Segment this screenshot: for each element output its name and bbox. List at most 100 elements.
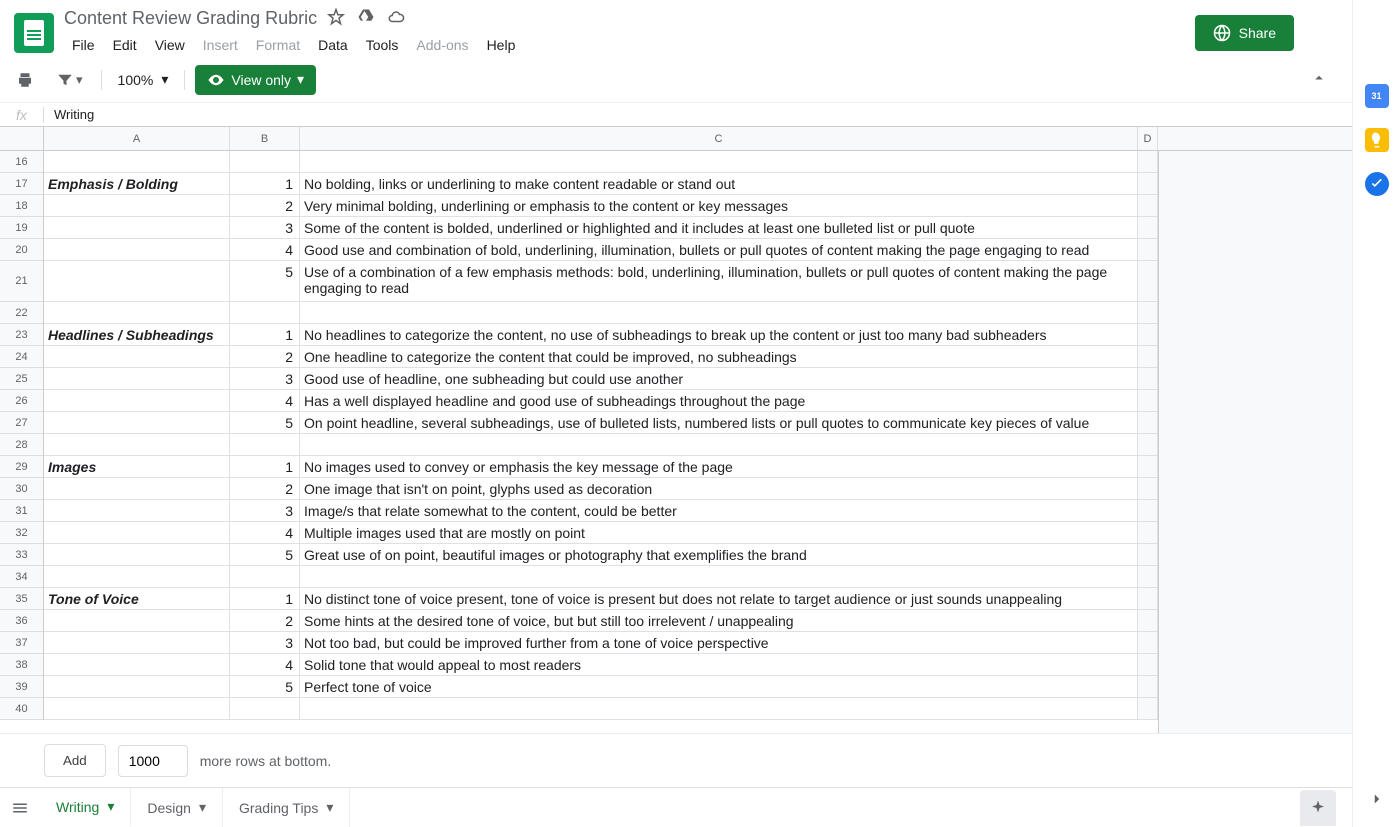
cell[interactable] <box>1138 588 1158 610</box>
cell[interactable]: 3 <box>230 368 300 390</box>
share-button[interactable]: Share <box>1195 15 1294 51</box>
row-header[interactable]: 31 <box>0 500 44 522</box>
cell[interactable] <box>44 412 230 434</box>
menu-file[interactable]: File <box>64 33 103 57</box>
cell[interactable] <box>1138 500 1158 522</box>
cell[interactable]: 5 <box>230 676 300 698</box>
cell[interactable]: 5 <box>230 544 300 566</box>
row-header[interactable]: 39 <box>0 676 44 698</box>
cell[interactable] <box>1138 566 1158 588</box>
col-header-D[interactable]: D <box>1138 127 1158 150</box>
cell[interactable] <box>300 434 1138 456</box>
menu-tools[interactable]: Tools <box>358 33 407 57</box>
menu-edit[interactable]: Edit <box>105 33 145 57</box>
cell[interactable]: 3 <box>230 500 300 522</box>
cell[interactable] <box>1138 434 1158 456</box>
cell[interactable] <box>44 390 230 412</box>
cell[interactable] <box>1138 151 1158 173</box>
row-header[interactable]: 33 <box>0 544 44 566</box>
row-header[interactable]: 24 <box>0 346 44 368</box>
menu-view[interactable]: View <box>147 33 193 57</box>
cell[interactable]: No distinct tone of voice present, tone … <box>300 588 1138 610</box>
cell[interactable] <box>1138 261 1158 302</box>
cell[interactable]: No images used to convey or emphasis the… <box>300 456 1138 478</box>
cell[interactable] <box>44 302 230 324</box>
select-all-corner[interactable] <box>0 127 44 150</box>
cell[interactable]: 2 <box>230 346 300 368</box>
formula-bar[interactable]: Writing <box>44 107 94 122</box>
row-header[interactable]: 36 <box>0 610 44 632</box>
cell[interactable]: 4 <box>230 654 300 676</box>
cell[interactable]: Image/s that relate somewhat to the cont… <box>300 500 1138 522</box>
cell[interactable] <box>44 500 230 522</box>
cell[interactable]: Has a well displayed headline and good u… <box>300 390 1138 412</box>
zoom-selector[interactable]: 100%▾ <box>112 71 175 88</box>
cell[interactable] <box>1138 217 1158 239</box>
cell[interactable]: On point headline, several subheadings, … <box>300 412 1138 434</box>
row-header[interactable]: 23 <box>0 324 44 346</box>
star-icon[interactable] <box>327 8 345 29</box>
cell[interactable] <box>300 566 1138 588</box>
col-header-A[interactable]: A <box>44 127 230 150</box>
cell[interactable] <box>1138 654 1158 676</box>
cell[interactable]: 2 <box>230 195 300 217</box>
cell[interactable] <box>44 239 230 261</box>
tasks-sidepanel-icon[interactable] <box>1365 172 1389 196</box>
cell[interactable] <box>44 632 230 654</box>
cell[interactable] <box>230 698 300 720</box>
cell[interactable] <box>230 302 300 324</box>
tab-grading-tips[interactable]: Grading Tips▾ <box>223 788 350 827</box>
cell[interactable] <box>44 544 230 566</box>
cell[interactable]: 1 <box>230 456 300 478</box>
cell[interactable] <box>1138 239 1158 261</box>
row-header[interactable]: 35 <box>0 588 44 610</box>
explore-button[interactable] <box>1300 790 1336 826</box>
cell[interactable]: One headline to categorize the content t… <box>300 346 1138 368</box>
cell[interactable]: No headlines to categorize the content, … <box>300 324 1138 346</box>
cell[interactable]: No bolding, links or underlining to make… <box>300 173 1138 195</box>
cell[interactable] <box>230 566 300 588</box>
cell[interactable]: 1 <box>230 588 300 610</box>
view-only-button[interactable]: View only ▾ <box>195 65 316 95</box>
cell[interactable]: One image that isn't on point, glyphs us… <box>300 478 1138 500</box>
add-rows-count-input[interactable] <box>118 745 188 777</box>
cell[interactable]: 4 <box>230 239 300 261</box>
cell[interactable] <box>44 195 230 217</box>
cell[interactable] <box>44 478 230 500</box>
sidepanel-expand-icon[interactable] <box>1368 790 1386 811</box>
cell[interactable] <box>1138 478 1158 500</box>
cell[interactable]: Perfect tone of voice <box>300 676 1138 698</box>
row-header[interactable]: 28 <box>0 434 44 456</box>
row-header[interactable]: 32 <box>0 522 44 544</box>
cell[interactable] <box>1138 698 1158 720</box>
cell[interactable]: Good use and combination of bold, underl… <box>300 239 1138 261</box>
cell[interactable] <box>44 261 230 302</box>
cell[interactable] <box>1138 632 1158 654</box>
cell[interactable] <box>300 151 1138 173</box>
cell[interactable]: Not too bad, but could be improved furth… <box>300 632 1138 654</box>
cell[interactable] <box>1138 346 1158 368</box>
row-header[interactable]: 38 <box>0 654 44 676</box>
cell[interactable]: Headlines / Subheadings <box>44 324 230 346</box>
cell[interactable]: Some hints at the desired tone of voice,… <box>300 610 1138 632</box>
cell[interactable] <box>230 434 300 456</box>
cell[interactable]: Emphasis / Bolding <box>44 173 230 195</box>
row-header[interactable]: 37 <box>0 632 44 654</box>
row-header[interactable]: 18 <box>0 195 44 217</box>
row-header[interactable]: 22 <box>0 302 44 324</box>
cell[interactable] <box>230 151 300 173</box>
cell[interactable] <box>300 302 1138 324</box>
cell[interactable] <box>44 151 230 173</box>
cell[interactable]: Very minimal bolding, underlining or emp… <box>300 195 1138 217</box>
cell[interactable] <box>1138 324 1158 346</box>
move-to-drive-icon[interactable] <box>357 8 375 29</box>
cell[interactable]: Use of a combination of a few emphasis m… <box>300 261 1138 302</box>
cell[interactable] <box>44 217 230 239</box>
collapse-toolbar-icon[interactable] <box>1294 63 1344 96</box>
cell[interactable] <box>1138 456 1158 478</box>
row-header[interactable]: 34 <box>0 566 44 588</box>
cell[interactable]: 1 <box>230 324 300 346</box>
col-header-B[interactable]: B <box>230 127 300 150</box>
cell[interactable]: Images <box>44 456 230 478</box>
cell[interactable] <box>1138 412 1158 434</box>
